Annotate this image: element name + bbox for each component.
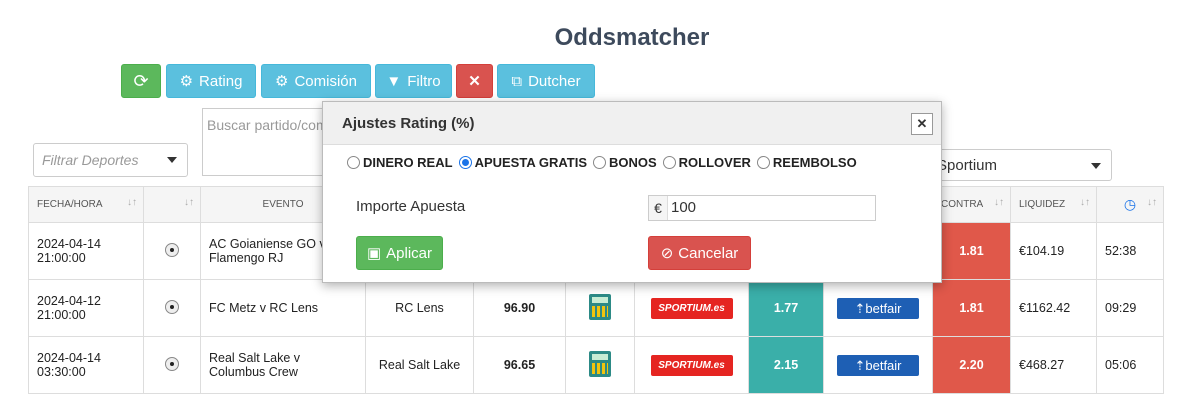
betfair-logo[interactable]: ⇡betfair	[837, 297, 919, 319]
header-date[interactable]: FECHA/HORA ↓↑	[28, 186, 144, 223]
external-link-icon: ⧉	[511, 72, 523, 90]
liquidity-cell: €104.19	[1010, 222, 1097, 280]
back-odds-cell: 1.77	[748, 279, 824, 337]
bookie-select[interactable]: Sportium	[928, 149, 1112, 181]
amount-label: Importe Apuesta	[356, 198, 466, 215]
sort-icon: ↓↑	[184, 197, 194, 208]
sort-icon: ↓↑	[127, 197, 137, 208]
rating-button[interactable]: ⚙ Rating	[166, 64, 256, 98]
close-icon: ✕	[916, 116, 928, 131]
currency-addon: €	[649, 196, 668, 220]
filter-button[interactable]: ▼ Filtro	[375, 64, 452, 98]
clear-filters-button[interactable]: ✕	[456, 64, 493, 98]
sort-icon: ↓↑	[1147, 197, 1157, 208]
radio-circle[interactable]	[593, 156, 606, 169]
rating-settings-modal: Ajustes Rating (%) ✕ DINERO REAL APUESTA…	[322, 101, 942, 283]
timer-cell: 09:29	[1096, 279, 1164, 337]
header-lay[interactable]: CONTRA ↓↑	[932, 186, 1011, 223]
commission-label: Comisión	[294, 72, 357, 90]
date-cell: 2024-04-12 21:00:00	[28, 279, 144, 337]
radio-circle-selected[interactable]	[458, 156, 472, 169]
page-title: Oddsmatcher	[554, 24, 710, 51]
chevron-down-icon	[1091, 163, 1101, 169]
modal-close-button[interactable]: ✕	[911, 113, 933, 135]
gears-icon: ⚙	[179, 73, 194, 90]
calculator-icon[interactable]	[589, 350, 611, 377]
date-cell: 2024-04-14 21:00:00	[28, 222, 144, 280]
table-row[interactable]: 2024-04-12 21:00:00 FC Metz v RC Lens RC …	[28, 279, 1164, 337]
refresh-icon: ⟳	[133, 70, 149, 91]
rating-cell: 96.65	[473, 336, 566, 394]
header-liquidity[interactable]: LIQUIDEZ ↓↑	[1010, 186, 1097, 223]
soccer-ball-icon	[165, 356, 179, 371]
apply-button[interactable]: ▣ Aplicar	[356, 236, 443, 270]
ban-icon: ⊘	[660, 245, 674, 262]
radio-reembolso[interactable]: REEMBOLSO	[756, 155, 857, 170]
event-cell: Real Salt Lake v Columbus Crew	[200, 336, 366, 394]
rating-type-radios: DINERO REAL APUESTA GRATIS BONOS ROLLOVE…	[347, 155, 857, 170]
dutcher-label: Dutcher	[528, 72, 581, 90]
commission-button[interactable]: ⚙ Comisión	[261, 64, 371, 98]
sport-filter-placeholder: Filtrar Deportes	[42, 152, 139, 168]
bookie-select-value: Sportium	[937, 157, 998, 174]
sort-icon: ↓↑	[994, 197, 1004, 208]
radio-apuesta-gratis[interactable]: APUESTA GRATIS	[458, 155, 587, 170]
radio-dinero-real[interactable]: DINERO REAL	[347, 155, 453, 170]
filter-label: Filtro	[407, 72, 441, 90]
soccer-ball-icon	[165, 299, 179, 314]
lay-odds-cell: 2.20	[932, 336, 1011, 394]
search-input[interactable]: Buscar partido/competición	[202, 108, 326, 176]
cancel-button[interactable]: ⊘ Cancelar	[648, 236, 751, 270]
timer-cell: 05:06	[1096, 336, 1164, 394]
sportium-logo[interactable]: SPORTIUM.es	[650, 354, 733, 376]
betfair-logo[interactable]: ⇡betfair	[837, 354, 919, 376]
modal-title: Ajustes Rating (%)	[342, 115, 475, 132]
amount-value[interactable]: 100	[668, 196, 696, 220]
liquidity-cell: €468.27	[1010, 336, 1097, 394]
clock-icon: ◷	[1123, 196, 1137, 212]
amount-input[interactable]: € 100	[648, 195, 876, 221]
pick-cell: Real Salt Lake	[365, 336, 474, 394]
close-icon: ✕	[468, 73, 481, 90]
header-sport[interactable]: ↓↑	[143, 186, 201, 223]
gears-icon: ⚙	[275, 73, 289, 90]
date-cell: 2024-04-14 03:30:00	[28, 336, 144, 394]
radio-circle[interactable]	[662, 156, 676, 169]
radio-circle[interactable]	[347, 156, 360, 169]
back-odds-cell: 2.15	[748, 336, 824, 394]
lay-odds-cell: 1.81	[932, 279, 1011, 337]
lay-odds-cell: 1.81	[932, 222, 1011, 280]
radio-rollover[interactable]: ROLLOVER	[662, 155, 751, 170]
pick-cell: RC Lens	[365, 279, 474, 337]
radio-circle[interactable]	[756, 156, 770, 169]
rating-label: Rating	[199, 72, 243, 90]
sort-icon: ↓↑	[1080, 197, 1090, 208]
table-row[interactable]: 2024-04-14 03:30:00 Real Salt Lake v Colu…	[28, 336, 1164, 394]
event-cell: FC Metz v RC Lens	[200, 279, 366, 337]
funnel-icon: ▼	[386, 72, 402, 90]
chevron-down-icon	[167, 157, 177, 163]
sport-filter-select[interactable]: Filtrar Deportes	[33, 143, 188, 177]
timer-cell: 52:38	[1096, 222, 1164, 280]
modal-header: Ajustes Rating (%) ✕	[323, 102, 941, 145]
radio-bonos[interactable]: BONOS	[593, 155, 657, 170]
soccer-ball-icon	[165, 242, 179, 257]
dutcher-button[interactable]: ⧉ Dutcher	[497, 64, 595, 98]
header-time[interactable]: ◷ ↓↑	[1096, 186, 1164, 223]
calculator-icon[interactable]	[589, 293, 611, 320]
sportium-logo[interactable]: SPORTIUM.es	[650, 297, 733, 319]
save-icon: ▣	[366, 245, 382, 262]
rating-cell: 96.90	[473, 279, 566, 337]
refresh-button[interactable]: ⟳	[121, 64, 161, 98]
liquidity-cell: €1162.42	[1010, 279, 1097, 337]
